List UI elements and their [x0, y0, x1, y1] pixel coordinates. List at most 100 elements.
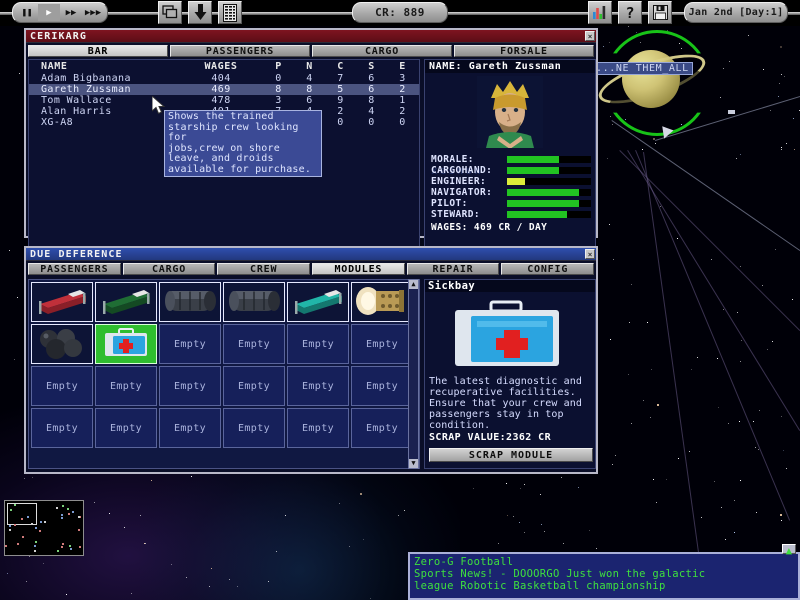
bar-window-titlebar[interactable]: CERIKARG × [26, 30, 596, 43]
module-slot-empty[interactable]: Empty [351, 408, 413, 448]
crew-cell: XG-A8 [29, 117, 179, 128]
save-button[interactable] [648, 1, 672, 24]
module-slot-empty[interactable]: Empty [31, 366, 93, 406]
module-slot-tank-dark[interactable] [159, 282, 221, 322]
module-slot-engine[interactable] [351, 282, 413, 322]
module-slot-empty[interactable]: Empty [31, 408, 93, 448]
land-arrow-icon [194, 4, 207, 21]
tab-cargo[interactable]: CARGO [312, 45, 452, 57]
systems-grid-icon [223, 4, 237, 22]
speed-fast-button[interactable]: ▶▶ [60, 4, 82, 21]
crew-cell: 6 [356, 73, 387, 84]
module-grid-scrollbar[interactable]: ▲ ▼ [408, 279, 419, 469]
skill-label: STEWARD: [431, 209, 507, 220]
skill-label: CARGOHAND: [431, 165, 507, 176]
tooltip-line: leave, and droids [168, 154, 318, 165]
tab-passengers[interactable]: PASSENGERS [28, 263, 121, 275]
module-scroll-up-icon[interactable]: ▲ [409, 280, 418, 289]
speed-pause-button[interactable]: ❚❚ [16, 4, 38, 21]
tank-dark-icon [226, 285, 282, 320]
module-slot-empty[interactable]: Empty [159, 408, 221, 448]
scrap-module-button[interactable]: SCRAP MODULE [429, 448, 593, 462]
speed-control-group[interactable]: ❚❚ ▶ ▶▶ ▶▶▶ [12, 2, 108, 23]
module-slot-tank-dark[interactable] [223, 282, 285, 322]
help-button[interactable]: ? [618, 1, 642, 24]
module-slot-empty[interactable]: Empty [223, 366, 285, 406]
windows-button[interactable] [158, 1, 182, 24]
spheres-icon [34, 327, 90, 362]
module-slot-empty[interactable]: Empty [159, 366, 221, 406]
tab-repair[interactable]: REPAIR [407, 263, 500, 275]
tab-passengers[interactable]: PASSENGERS [170, 45, 310, 57]
module-slot-empty[interactable]: Empty [351, 366, 413, 406]
expand-arrow-icon[interactable]: ▲ [782, 544, 796, 554]
skill-label: NAVIGATOR: [431, 187, 507, 198]
module-slot-empty[interactable]: Empty [223, 408, 285, 448]
crew-cell: 9 [325, 95, 356, 106]
module-slot-empty[interactable]: Empty [287, 324, 349, 364]
ringed-planet[interactable] [600, 28, 710, 138]
chart-button[interactable] [588, 1, 612, 24]
tab-cargo[interactable]: CARGO [123, 263, 216, 275]
skill-bar-fill [507, 200, 579, 207]
land-button[interactable] [188, 1, 212, 24]
crew-col-e: E [387, 61, 418, 72]
medkit-icon [447, 296, 575, 374]
crew-cell: 0 [356, 117, 387, 128]
module-slot-medkit[interactable] [95, 324, 157, 364]
crew-skill-list: MORALE: CARGOHAND: ENGINEER: NAVIGATOR: PILO… [431, 154, 591, 220]
speed-play-button[interactable]: ▶ [38, 4, 60, 21]
crew-cell: 6 [294, 95, 325, 106]
speed-fastest-button[interactable]: ▶▶▶ [82, 4, 104, 21]
pause-icon: ❚❚ [22, 8, 33, 18]
module-slot-bunk-red[interactable] [31, 282, 93, 322]
bunk-red-icon [34, 284, 90, 321]
crew-cell: Adam Bigbanana [29, 73, 179, 84]
module-name: Sickbay [425, 280, 595, 292]
crew-cell: 6 [356, 84, 387, 95]
tab-modules[interactable]: MODULES [312, 263, 405, 275]
module-slot-empty[interactable]: Empty [287, 366, 349, 406]
module-row: Empty Empty Empty Empty Empty Empty [31, 408, 417, 448]
tab-bar[interactable]: BAR [28, 45, 168, 57]
minimap-viewport[interactable] [7, 503, 37, 525]
skill-bar-fill [507, 178, 525, 185]
crew-cell: 478 [179, 95, 263, 106]
module-slot-empty[interactable]: Empty [287, 408, 349, 448]
tab-config[interactable]: CONFIG [501, 263, 594, 275]
system-minimap[interactable] [4, 500, 84, 556]
skill-row: STEWARD: [431, 209, 591, 220]
skill-bar [507, 200, 591, 207]
news-line-2: Sports News! - DOOORGO Just won the gala… [414, 568, 794, 580]
module-slot-empty[interactable]: Empty [223, 324, 285, 364]
crew-col-n: N [294, 61, 325, 72]
module-slot-empty[interactable]: Empty [95, 366, 157, 406]
skill-bar-fill [507, 189, 579, 196]
tab-forsale[interactable]: FORSALE [454, 45, 594, 57]
module-scrap-value: SCRAP VALUE:2362 CR [429, 432, 551, 443]
module-slot-bunk-teal[interactable] [287, 282, 349, 322]
tab-crew[interactable]: CREW [217, 263, 310, 275]
module-slot-bunk-green[interactable] [95, 282, 157, 322]
systems-button[interactable] [218, 1, 242, 24]
module-slot-empty[interactable]: Empty [351, 324, 413, 364]
fastest-icon: ▶▶▶ [85, 8, 101, 18]
module-slot-spheres[interactable] [31, 324, 93, 364]
module-grid: Empty Empty Empty Empty Empty Empty Empty Empty… [28, 279, 420, 469]
ship-window-titlebar[interactable]: DUE DEFERENCE × [26, 248, 596, 261]
module-scroll-down-icon[interactable]: ▼ [409, 459, 418, 468]
module-slot-empty[interactable]: Empty [95, 408, 157, 448]
ship-dot-marker[interactable] [728, 110, 735, 114]
skill-bar-fill [507, 167, 559, 174]
ship-window-close-icon[interactable]: × [585, 249, 595, 259]
crew-col-name: NAME [29, 61, 179, 72]
module-slot-empty[interactable]: Empty [159, 324, 221, 364]
crew-table-header: NAME WAGES P N C S E [29, 60, 419, 73]
skill-bar [507, 178, 591, 185]
tooltip-line: starship crew looking for [168, 123, 318, 144]
crew-cell: 8 [294, 84, 325, 95]
bar-window-close-icon[interactable]: × [585, 31, 595, 41]
crew-row[interactable]: Gareth Zussman 469 8 8 5 6 2 [29, 84, 419, 95]
crew-row[interactable]: Tom Wallace 478 3 6 9 8 1 [29, 95, 419, 106]
crew-row[interactable]: Adam Bigbanana 404 0 4 7 6 3 [29, 73, 419, 84]
